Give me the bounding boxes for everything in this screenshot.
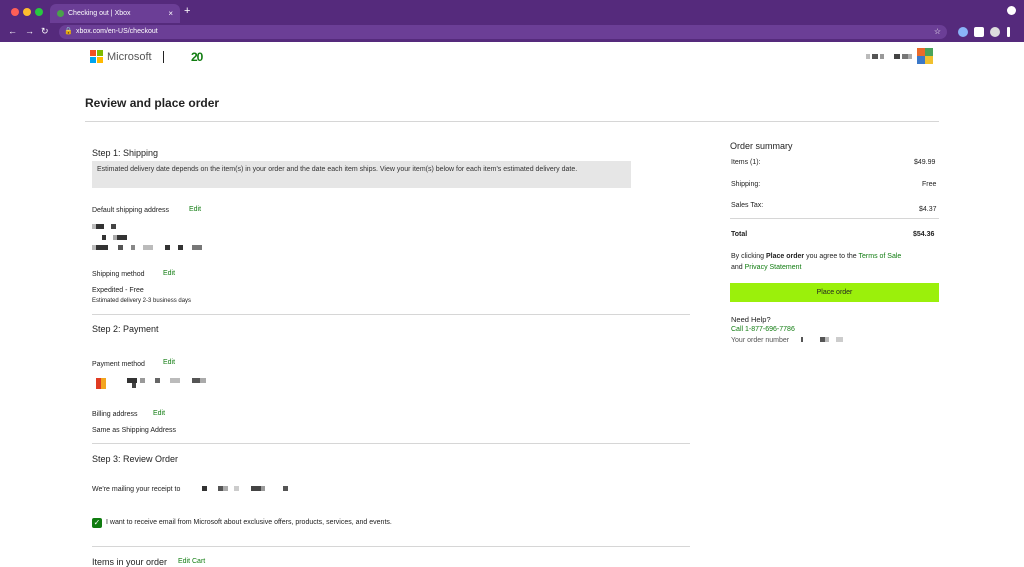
address-bar[interactable]: 🔒 xbox.com/en-US/checkout ☆ (59, 25, 947, 39)
microsoft-logo-icon[interactable] (90, 50, 104, 64)
agree-mid-text: you agree to the (804, 253, 859, 260)
profile-avatar-icon[interactable] (990, 27, 1000, 37)
browser-tab[interactable]: Checking out | Xbox × (50, 4, 180, 23)
shipping-method-value: Expedited - Free (92, 287, 144, 294)
summary-total-value: $54.36 (913, 231, 935, 238)
xbox-20-logo[interactable]: 20 (191, 50, 203, 64)
url-text: xbox.com/en-US/checkout (76, 28, 158, 35)
edit-shipping-address-link[interactable]: Edit (189, 206, 201, 213)
forward-icon[interactable]: → (25, 26, 34, 36)
browser-kebab-icon[interactable] (1007, 27, 1010, 37)
summary-shipping-label: Shipping: (731, 181, 761, 188)
agree-bold-text: Place order (766, 253, 805, 260)
title-divider (85, 121, 939, 122)
xbox-favicon-icon (57, 10, 64, 17)
order-number-label: Your order number (731, 337, 790, 344)
privacy-statement-link[interactable]: Privacy Statement (745, 264, 802, 271)
step-2-divider (92, 443, 690, 444)
step-1-heading: Step 1: Shipping (92, 148, 159, 158)
delivery-info-box: Estimated delivery date depends on the i… (92, 161, 631, 188)
agree-pre-text: By clicking (731, 253, 767, 260)
close-window-button[interactable] (11, 8, 19, 16)
agree-and-text: and (731, 264, 745, 271)
terms-agreement-line-2: and Privacy Statement (731, 264, 801, 271)
summary-tax-value: $4.37 (919, 206, 937, 213)
need-help-heading: Need Help? (731, 315, 771, 324)
reload-icon[interactable]: ↻ (41, 26, 49, 37)
step-1-divider (92, 314, 690, 315)
new-tab-button[interactable]: + (184, 5, 190, 17)
summary-items-value: $49.99 (914, 159, 936, 166)
summary-shipping-value: Free (922, 181, 937, 188)
payment-method-label: Payment method (92, 361, 145, 368)
puzzle-extensions-icon[interactable] (974, 27, 984, 37)
shipping-address-label: Default shipping address (92, 207, 170, 214)
browser-chrome: Checking out | Xbox × + ← → ↻ 🔒 xbox.com… (0, 0, 1024, 42)
edit-shipping-method-link[interactable]: Edit (163, 270, 175, 277)
shipping-method-label: Shipping method (92, 271, 145, 278)
bookmark-star-icon[interactable]: ☆ (934, 25, 941, 39)
browser-toolbar: ← → ↻ 🔒 xbox.com/en-US/checkout ☆ (0, 23, 1024, 42)
summary-items-label: Items (1): (731, 159, 761, 166)
summary-divider (730, 218, 939, 219)
browser-menu-icon[interactable] (1007, 6, 1016, 15)
lock-icon: 🔒 (64, 28, 73, 35)
email-optin-label: I want to receive email from Microsoft a… (106, 519, 392, 526)
call-support-line: Call 1-877-696-7786 (731, 326, 795, 333)
call-label: Call (731, 326, 746, 333)
back-icon[interactable]: ← (8, 26, 17, 36)
extension-icon[interactable] (958, 27, 968, 37)
page-title: Review and place order (85, 96, 220, 110)
maximize-window-button[interactable] (35, 8, 43, 16)
header-divider (163, 51, 164, 63)
summary-tax-label: Sales Tax: (731, 202, 764, 209)
tab-title: Checking out | Xbox (68, 10, 131, 17)
step-3-heading: Step 3: Review Order (92, 454, 179, 464)
site-header: Microsoft 20 (0, 42, 1024, 82)
place-order-button[interactable]: Place order (730, 283, 939, 302)
microsoft-wordmark[interactable]: Microsoft (107, 51, 152, 63)
receipt-text: We're mailing your receipt to (92, 486, 181, 493)
edit-billing-address-link[interactable]: Edit (153, 410, 165, 417)
items-in-order-heading: Items in your order (92, 557, 168, 567)
terms-agreement-text: By clicking Place order you agree to the… (731, 253, 901, 260)
billing-address-value: Same as Shipping Address (92, 427, 177, 434)
support-phone-link[interactable]: 1-877-696-7786 (745, 326, 795, 333)
order-summary-heading: Order summary (730, 141, 793, 151)
terms-of-sale-link[interactable]: Terms of Sale (859, 253, 902, 260)
email-optin-checkbox[interactable]: ✓ (92, 518, 102, 528)
tab-close-icon[interactable]: × (168, 4, 173, 23)
billing-address-label: Billing address (92, 411, 138, 418)
minimize-window-button[interactable] (23, 8, 31, 16)
edit-payment-method-link[interactable]: Edit (163, 359, 175, 366)
summary-total-label: Total (731, 231, 748, 238)
shipping-method-note: Estimated delivery 2-3 business days (92, 298, 192, 304)
step-2-heading: Step 2: Payment (92, 324, 159, 334)
edit-cart-link[interactable]: Edit Cart (178, 558, 205, 565)
step-3-divider (92, 546, 690, 547)
